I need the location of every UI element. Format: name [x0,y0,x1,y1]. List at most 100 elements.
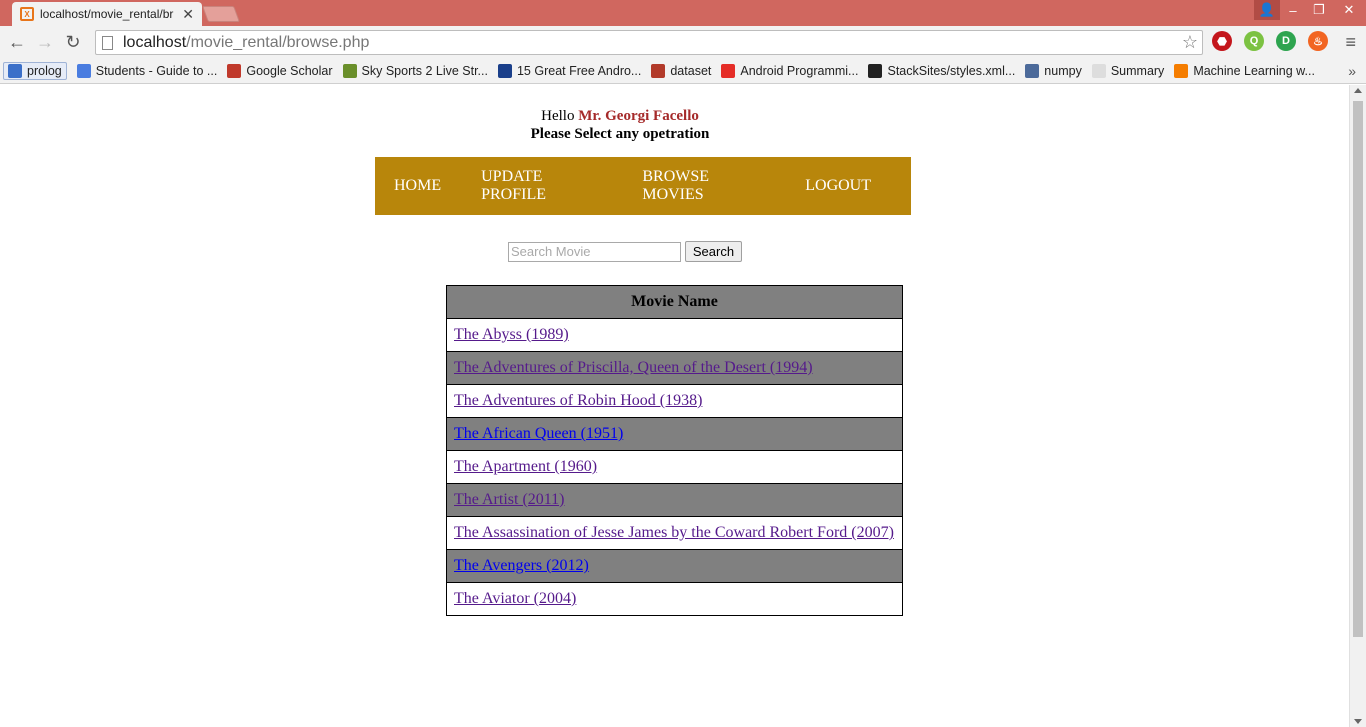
reload-icon[interactable]: ↻ [59,29,87,57]
gear-icon [8,64,22,78]
movie-cell: The Avengers (2012) [446,549,903,583]
scroll-up-icon[interactable] [1354,88,1362,93]
movie-cell: The Adventures of Priscilla, Queen of th… [446,351,903,385]
bookmark-label: StackSites/styles.xml... [887,64,1016,78]
profile-icon[interactable]: 👤 [1254,0,1280,20]
close-window-icon[interactable]: ✕ [1332,0,1366,20]
user-name: Mr. Georgi Facello [578,108,699,124]
nav-logout[interactable]: LOGOUT [805,177,871,195]
scrollbar-thumb[interactable] [1353,101,1363,637]
search-input[interactable] [508,241,681,262]
github-icon [868,64,883,78]
chat-extension-icon[interactable]: Q [1244,31,1264,51]
page-icon [102,35,113,50]
table-row: The Adventures of Priscilla, Queen of th… [446,351,903,385]
vertical-scrollbar[interactable] [1349,85,1366,727]
bookmark-label: dataset [670,64,712,78]
hello-text: Hello [541,108,575,124]
movie-link[interactable]: The African Queen (1951) [454,425,623,442]
page-viewport: Hello Mr. Georgi Facello Please Select a… [0,85,1349,727]
bookmark-label: Sky Sports 2 Live Str... [361,64,488,78]
xampp-favicon-icon: X [20,7,34,21]
table-row: The Abyss (1989) [446,318,903,352]
nav-home[interactable]: HOME [394,177,441,195]
movie-cell: The Assassination of Jesse James by the … [446,516,903,550]
table-row: The Avengers (2012) [446,549,903,583]
movie-link[interactable]: The Abyss (1989) [454,326,569,343]
movie-cell: The African Queen (1951) [446,417,903,451]
tab-title: localhost/movie_rental/br [40,7,174,21]
back-icon[interactable]: ← [3,29,31,57]
bookmark-item[interactable]: Google Scholar [227,64,333,78]
movie-cell: The Apartment (1960) [446,450,903,484]
new-tab-button[interactable] [202,6,240,22]
page-icon [1091,64,1106,78]
bookmark-label: Students - Guide to ... [95,64,218,78]
blogger-icon [1174,64,1189,78]
scroll-down-icon[interactable] [1354,719,1362,724]
nav-update-profile[interactable]: UPDATE PROFILE [481,168,602,204]
url-host: localhost [123,33,187,51]
restore-icon[interactable]: ❐ [1306,0,1332,20]
greeting: Hello Mr. Georgi Facello Please Select a… [0,107,1240,143]
movie-cell: The Aviator (2004) [446,582,903,616]
bookmarks-bar: prolog Students - Guide to ... Google Scho… [0,59,1366,84]
bookmark-star-icon[interactable]: ☆ [1182,32,1198,53]
bookmark-item[interactable]: prolog [3,62,67,80]
address-bar[interactable]: localhost/movie_rental/browse.php ☆ [95,30,1203,55]
movie-cell: The Abyss (1989) [446,318,903,352]
browser-toolbar: ← → ↻ localhost/movie_rental/browse.php … [0,26,1366,59]
search-form: Search [508,241,742,262]
bookmark-item[interactable]: Students - Guide to ... [76,64,218,78]
bookmark-item[interactable]: dataset [651,64,711,78]
table-row: The Adventures of Robin Hood (1938) [446,384,903,418]
menu-icon[interactable]: ≡ [1345,32,1356,53]
nav-browse-movies[interactable]: BROWSE MOVIES [642,168,765,204]
bookmark-label: Summary [1110,64,1165,78]
bookmark-label: Machine Learning w... [1193,64,1315,78]
table-row: The Aviator (2004) [446,582,903,616]
more-bookmarks-icon[interactable]: » [1348,63,1356,79]
column-header-movie-name: Movie Name [446,285,903,319]
table-row: The African Queen (1951) [446,417,903,451]
fire-extension-icon[interactable]: ♨ [1308,31,1328,51]
bookmark-label: 15 Great Free Andro... [516,64,642,78]
movie-link[interactable]: The Adventures of Robin Hood (1938) [454,392,702,409]
bookmark-item[interactable]: Machine Learning w... [1174,64,1315,78]
id-extension-icon[interactable]: D [1276,31,1296,51]
browser-tab[interactable]: X localhost/movie_rental/br ✕ [12,2,202,26]
adblock-extension-icon[interactable]: ⬣ [1212,31,1232,51]
movie-link[interactable]: The Artist (2011) [454,491,565,508]
bookmark-item[interactable]: StackSites/styles.xml... [868,64,1015,78]
movie-link[interactable]: The Apartment (1960) [454,458,597,475]
numpy-icon [1025,64,1040,78]
movie-link[interactable]: The Aviator (2004) [454,590,576,607]
minimize-icon[interactable]: – [1280,0,1306,20]
movie-link[interactable]: The Avengers (2012) [454,557,589,574]
bookmark-label: numpy [1044,64,1082,78]
window-titlebar: X localhost/movie_rental/br ✕ 👤 – ❐ ✕ [0,0,1366,26]
search-button[interactable]: Search [685,241,742,262]
select-prompt: Please Select any opetration [530,126,710,142]
bookmark-label: Google Scholar [246,64,333,78]
movie-link[interactable]: The Assassination of Jesse James by the … [454,524,894,541]
table-row: The Assassination of Jesse James by the … [446,516,903,550]
bookmark-label: Android Programmi... [740,64,859,78]
movies-table: Movie Name The Abyss (1989) The Adventure… [446,285,903,616]
leaf-icon [342,64,357,78]
youtube-icon [721,64,736,78]
efy-icon [497,64,512,78]
bookmark-label: prolog [27,64,62,78]
tab-close-icon[interactable]: ✕ [182,6,194,23]
table-row: The Artist (2011) [446,483,903,517]
movie-link[interactable]: The Adventures of Priscilla, Queen of th… [454,359,813,376]
google-icon [76,64,91,78]
url-path: /movie_rental/browse.php [186,33,370,51]
bookmark-item[interactable]: numpy [1025,64,1082,78]
forward-icon[interactable]: → [31,29,59,57]
bookmark-item[interactable]: Sky Sports 2 Live Str... [342,64,488,78]
bookmark-item[interactable]: 15 Great Free Andro... [497,64,642,78]
scholar-icon [227,64,242,78]
bookmark-item[interactable]: Summary [1091,64,1165,78]
bookmark-item[interactable]: Android Programmi... [721,64,858,78]
